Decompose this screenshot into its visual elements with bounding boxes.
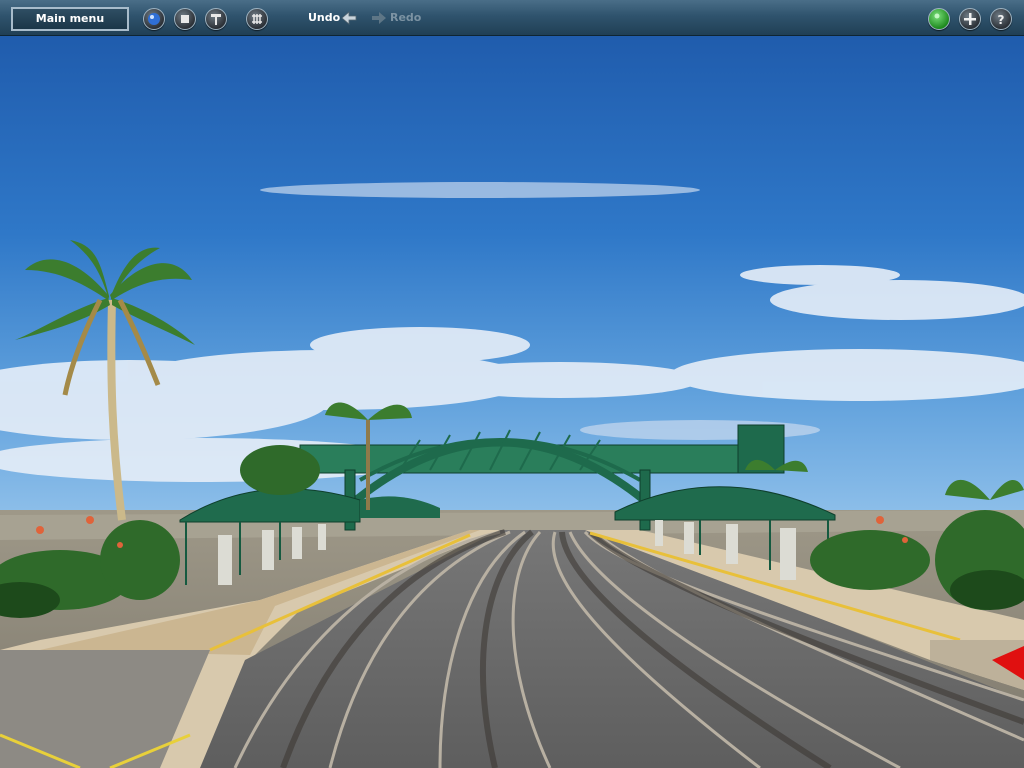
help-icon[interactable]: ?: [990, 8, 1012, 30]
railway-station-scene[interactable]: [0, 0, 1024, 768]
main-menu-button[interactable]: Main menu: [11, 7, 129, 31]
grid-icon[interactable]: [246, 8, 268, 30]
viewport: Main menu Undo Redo ?: [0, 0, 1024, 768]
svg-text:?: ?: [998, 13, 1005, 27]
redo-button[interactable]: Redo: [390, 11, 421, 24]
status-light-icon[interactable]: [928, 8, 950, 30]
track-tool-icon[interactable]: [205, 8, 227, 30]
top-toolbar: Main menu Undo Redo ?: [0, 0, 1024, 36]
undo-button[interactable]: Undo: [308, 11, 340, 24]
camera-view-icon[interactable]: [143, 8, 165, 30]
undo-arrow-icon[interactable]: [340, 9, 358, 27]
add-icon[interactable]: [959, 8, 981, 30]
redo-arrow-icon[interactable]: [370, 9, 388, 27]
stop-icon[interactable]: [174, 8, 196, 30]
